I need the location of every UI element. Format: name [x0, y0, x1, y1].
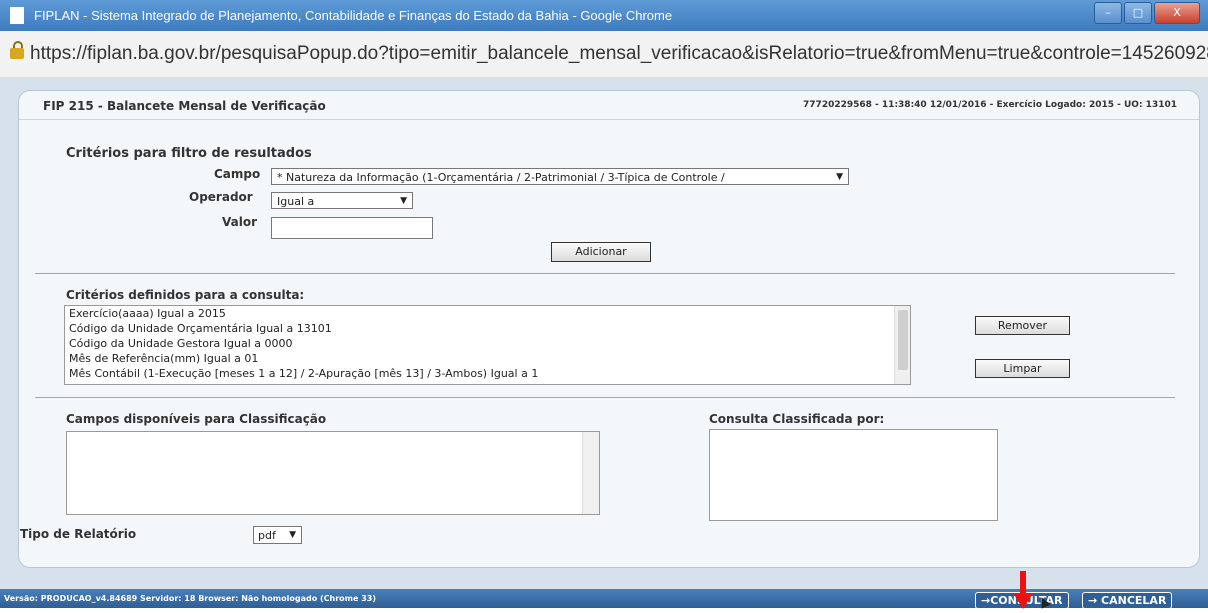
minimize-button[interactable]: –: [1094, 2, 1122, 24]
list-item[interactable]: Código da Unidade Orçamentária Igual a 1…: [65, 321, 910, 336]
url-text[interactable]: https://fiplan.ba.gov.br/pesquisaPopup.d…: [30, 31, 1208, 77]
version-info: Versão: PRODUCAO_v4.84689 Servidor: 18 B…: [4, 594, 377, 603]
valor-label: Valor: [222, 215, 258, 229]
page-title: FIP 215 - Balancete Mensal de Verificaçã…: [43, 99, 326, 113]
scrollbar-thumb[interactable]: [898, 310, 908, 370]
dropdown-arrow-icon: ▼: [400, 196, 407, 206]
window-title-bar: FIPLAN - Sistema Integrado de Planejamen…: [0, 0, 1208, 31]
window-controls: – □ X: [1092, 2, 1200, 24]
list-item[interactable]: Código da Unidade Gestora Igual a 0000: [65, 336, 910, 351]
close-button[interactable]: X: [1154, 2, 1200, 24]
divider: [35, 273, 1175, 274]
address-bar[interactable]: https://fiplan.ba.gov.br/pesquisaPopup.d…: [0, 31, 1208, 78]
operador-select-value: Igual a: [277, 195, 315, 208]
adicionar-button[interactable]: Adicionar: [551, 242, 651, 262]
adicionar-button-label: Adicionar: [575, 245, 627, 258]
main-area: FIP 215 - Balancete Mensal de Verificaçã…: [0, 77, 1208, 589]
dropdown-arrow-icon: ▼: [836, 172, 843, 182]
available-fields-title: Campos disponíveis para Classificação: [66, 412, 327, 426]
list-item[interactable]: Mês de Referência(mm) Igual a 01: [65, 351, 910, 366]
scrollbar[interactable]: [582, 432, 599, 514]
dropdown-arrow-icon: ▼: [289, 530, 296, 540]
available-fields-list[interactable]: [66, 431, 600, 515]
valor-input[interactable]: [271, 217, 433, 239]
session-info: 77720229568 - 11:38:40 12/01/2016 - Exer…: [803, 100, 1177, 110]
operador-label: Operador: [189, 190, 253, 204]
limpar-button-label: Limpar: [1003, 362, 1042, 375]
criteria-section-title: Critérios definidos para a consulta:: [66, 288, 305, 302]
limpar-button[interactable]: Limpar: [975, 359, 1070, 378]
lock-icon: [10, 41, 24, 61]
panel-header: FIP 215 - Balancete Mensal de Verificaçã…: [19, 91, 1199, 120]
campo-select-value: * Natureza da Informação (1-Orçamentária…: [277, 171, 725, 184]
remover-button-label: Remover: [997, 319, 1048, 332]
page-icon: [10, 7, 24, 24]
report-type-label: Tipo de Relatório: [20, 527, 137, 541]
report-type-select[interactable]: pdf ▼: [253, 526, 302, 544]
report-panel: FIP 215 - Balancete Mensal de Verificaçã…: [18, 90, 1200, 568]
window-title: FIPLAN - Sistema Integrado de Planejamen…: [34, 8, 673, 23]
list-item[interactable]: Exercício(aaaa) Igual a 2015: [65, 306, 910, 321]
filter-section-title: Critérios para filtro de resultados: [66, 146, 312, 161]
remover-button[interactable]: Remover: [975, 316, 1070, 335]
operador-select[interactable]: Igual a ▼: [271, 192, 413, 209]
report-type-value: pdf: [258, 529, 276, 542]
cancelar-button[interactable]: → CANCELAR: [1082, 592, 1173, 609]
criteria-list[interactable]: Exercício(aaaa) Igual a 2015 Código da U…: [64, 305, 911, 385]
campo-label: Campo: [214, 167, 261, 181]
red-arrow-annotation: [1013, 571, 1033, 613]
sorted-by-title: Consulta Classificada por:: [709, 412, 885, 426]
scrollbar[interactable]: [894, 306, 910, 384]
maximize-button[interactable]: □: [1124, 2, 1152, 24]
sorted-by-list[interactable]: [709, 429, 998, 521]
list-item[interactable]: Mês Contábil (1-Execução [meses 1 a 12] …: [65, 366, 910, 381]
divider: [35, 397, 1175, 398]
campo-select[interactable]: * Natureza da Informação (1-Orçamentária…: [271, 168, 849, 185]
